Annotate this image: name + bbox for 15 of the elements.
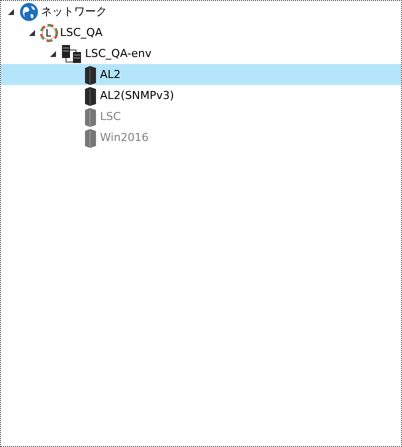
tree-item[interactable]: LSC_QA [1,22,401,43]
tree-label: LSC_QA [60,26,102,39]
tree-label: LSC [100,110,121,123]
tree-label: Win2016 [100,131,149,144]
tree-label: ネットワーク [41,4,107,19]
tree-label: LSC_QA-env [85,47,152,60]
tree-item[interactable]: LSC_QA-env [1,43,401,64]
tree-label: AL2(SNMPv3) [100,89,174,102]
tree-item[interactable]: AL2 [1,64,401,85]
caret-icon[interactable] [8,8,14,14]
caret-icon[interactable] [50,50,56,56]
tree-item[interactable]: ネットワーク [1,1,401,22]
tree-label: AL2 [100,68,121,81]
tree-item[interactable]: AL2(SNMPv3) [1,85,401,106]
caret-icon[interactable] [29,30,35,36]
